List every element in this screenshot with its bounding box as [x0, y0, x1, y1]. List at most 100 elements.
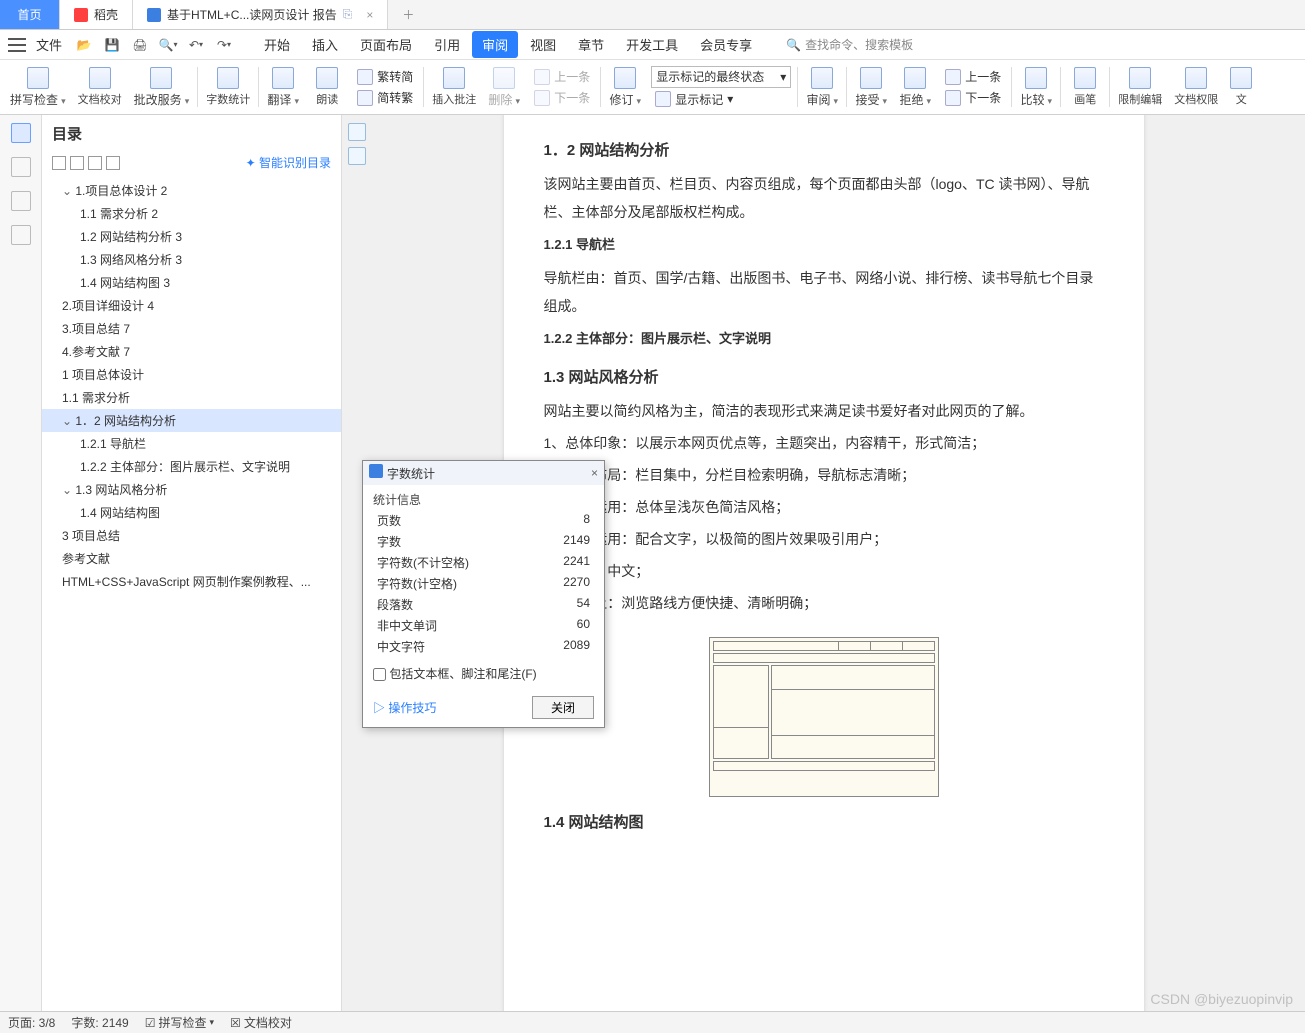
menu-chapter[interactable]: 章节	[568, 31, 614, 58]
doc-proof-button[interactable]: 文档校对	[72, 65, 128, 109]
spell-check-button[interactable]: 拼写检查 ▾	[4, 65, 72, 110]
status-spell[interactable]: ☑ 拼写检查 ▾	[145, 1014, 214, 1031]
menu-member[interactable]: 会员专享	[690, 31, 762, 58]
toc-item[interactable]: 1.1 需求分析 2	[42, 202, 341, 225]
word-icon	[147, 8, 161, 22]
include-footnotes-checkbox[interactable]: 包括文本框、脚注和尾注(F)	[373, 667, 537, 681]
heading-1-2-2: 1.2.2 主体部分：图片展示栏、文字说明	[544, 326, 1104, 352]
ink-button[interactable]: 画笔	[1063, 65, 1107, 109]
word-count-button[interactable]: 字数统计	[200, 65, 256, 109]
undo-icon[interactable]: ↶▾	[184, 33, 208, 57]
body-text: 3、色彩运用：总体呈浅灰色简洁风格；	[544, 493, 1104, 521]
close-button[interactable]: 关闭	[532, 696, 594, 719]
menu-start[interactable]: 开始	[254, 31, 300, 58]
simp-to-trad-button[interactable]: 简转繁	[353, 88, 417, 107]
toc-item[interactable]: 3 项目总结	[42, 524, 341, 547]
toc-add-icon[interactable]	[88, 156, 102, 170]
word-icon	[369, 464, 383, 478]
smart-toc-button[interactable]: ✦ 智能识别目录	[246, 154, 331, 171]
body-text: 导航栏由：首页、国学/古籍、出版图书、电子书、网络小说、排行榜、读书导航七个目录…	[544, 264, 1104, 320]
hamburger-icon[interactable]	[8, 38, 26, 52]
save-icon[interactable]: 💾	[100, 33, 124, 57]
read-aloud-button[interactable]: 朗读	[305, 65, 349, 109]
show-markup-button[interactable]: 显示标记 ▾	[651, 90, 791, 109]
toc-item[interactable]: 1.2 网站结构分析 3	[42, 225, 341, 248]
toc-item[interactable]: 1.3 网络风格分析 3	[42, 248, 341, 271]
next-change-button[interactable]: 下一条	[941, 88, 1005, 107]
accept-button[interactable]: 接受 ▾	[849, 65, 893, 110]
delete-comment-button[interactable]: 删除 ▾	[482, 65, 526, 110]
restrict-edit-button[interactable]: 限制编辑	[1112, 65, 1168, 109]
review-pane-button[interactable]: 审阅 ▾	[800, 65, 844, 110]
rail-outline-icon[interactable]	[11, 123, 31, 143]
doc-more-button[interactable]: 文	[1224, 65, 1258, 109]
command-search[interactable]: 🔍查找命令、搜索模板	[786, 36, 913, 53]
tips-link[interactable]: ▷ 操作技巧	[373, 699, 436, 716]
redo-icon[interactable]: ↷▾	[212, 33, 236, 57]
file-menu[interactable]: 文件	[36, 35, 62, 54]
compare-button[interactable]: 比较 ▾	[1014, 65, 1058, 110]
menu-insert[interactable]: 插入	[302, 31, 348, 58]
close-icon[interactable]: ×	[591, 466, 598, 480]
prev-change-button[interactable]: 上一条	[941, 67, 1005, 86]
toc-item[interactable]: 参考文献	[42, 547, 341, 570]
insert-comment-button[interactable]: 插入批注	[426, 65, 482, 109]
menu-view[interactable]: 视图	[520, 31, 566, 58]
toc-item[interactable]: 1.2.2 主体部分：图片展示栏、文字说明	[42, 455, 341, 478]
reject-button[interactable]: 拒绝 ▾	[893, 65, 937, 110]
next-comment-button[interactable]: 下一条	[530, 88, 594, 107]
rail-bookmark-icon[interactable]	[11, 157, 31, 177]
stat-row: 段落数54	[363, 594, 604, 615]
menu-review[interactable]: 审阅	[472, 31, 518, 58]
rail-search-icon[interactable]	[11, 225, 31, 245]
translate-button[interactable]: 翻译 ▾	[261, 65, 305, 110]
menu-layout[interactable]: 页面布局	[350, 31, 422, 58]
prev-comment-button[interactable]: 上一条	[530, 67, 594, 86]
status-bar: 页面: 3/8 字数: 2149 ☑ 拼写检查 ▾ ☒ 文档校对	[0, 1011, 1305, 1033]
toc-item[interactable]: 1.4 网站结构图	[42, 501, 341, 524]
toc-expand-icon[interactable]	[70, 156, 84, 170]
status-page[interactable]: 页面: 3/8	[8, 1014, 55, 1031]
page-nav-icon[interactable]	[348, 123, 366, 141]
track-changes-button[interactable]: 修订 ▾	[603, 65, 647, 110]
toc-item[interactable]: 2.项目详细设计 4	[42, 294, 341, 317]
menu-ref[interactable]: 引用	[424, 31, 470, 58]
toc-item[interactable]: 1.4 网站结构图 3	[42, 271, 341, 294]
toc-item[interactable]: 1.2.1 导航栏	[42, 432, 341, 455]
open-icon[interactable]: 📂	[72, 33, 96, 57]
tab-document[interactable]: 基于HTML+C...读网页设计 报告 ⎘ ×	[133, 0, 388, 29]
menu-row: 文件 📂 💾 🖨 🔍▾ ↶▾ ↷▾ 开始 插入 页面布局 引用 审阅 视图 章节…	[0, 30, 1305, 60]
tab-home[interactable]: 首页	[0, 0, 60, 29]
rail-ribbon-icon[interactable]	[11, 191, 31, 211]
status-proof[interactable]: ☒ 文档校对	[230, 1014, 292, 1031]
toc-remove-icon[interactable]	[106, 156, 120, 170]
menu-dev[interactable]: 开发工具	[616, 31, 688, 58]
dialog-titlebar[interactable]: 字数统计 ×	[363, 461, 604, 485]
doc-permission-button[interactable]: 文档权限	[1168, 65, 1224, 109]
body-text: 该网站主要由首页、栏目页、内容页组成，每个页面都由头部（logo、TC 读书网）…	[544, 170, 1104, 226]
new-tab-button[interactable]: ＋	[388, 0, 428, 29]
toc-item[interactable]: 3.项目总结 7	[42, 317, 341, 340]
menu-bar: 开始 插入 页面布局 引用 审阅 视图 章节 开发工具 会员专享	[254, 31, 762, 58]
stat-row: 非中文单词60	[363, 615, 604, 636]
trad-to-simp-button[interactable]: 繁转简	[353, 67, 417, 86]
page-tool-icon[interactable]	[348, 147, 366, 165]
heading-1-4: 1.4 网站结构图	[544, 811, 1104, 832]
watermark: CSDN @biyezuopinvip	[1150, 991, 1293, 1007]
tab-sync-icon[interactable]: ⎘	[343, 7, 353, 22]
status-wordcount[interactable]: 字数: 2149	[71, 1014, 128, 1031]
toc-item[interactable]: ⌄ 1.3 网站风格分析	[42, 478, 341, 501]
toc-item[interactable]: ⌄ 1.项目总体设计 2	[42, 179, 341, 202]
toc-collapse-all-icon[interactable]	[52, 156, 66, 170]
print-icon[interactable]: 🖨	[128, 33, 152, 57]
toc-item[interactable]: 1 项目总体设计	[42, 363, 341, 386]
tab-shell[interactable]: 稻壳	[60, 0, 133, 29]
batch-service-button[interactable]: 批改服务 ▾	[128, 65, 196, 110]
toc-item[interactable]: 1.1 需求分析	[42, 386, 341, 409]
toc-item[interactable]: 4.参考文献 7	[42, 340, 341, 363]
close-icon[interactable]: ×	[366, 8, 373, 22]
markup-display-select[interactable]: 显示标记的最终状态▾	[651, 66, 791, 88]
toc-item[interactable]: HTML+CSS+JavaScript 网页制作案例教程、...	[42, 570, 341, 593]
toc-item[interactable]: ⌄ 1．2 网站结构分析	[42, 409, 341, 432]
preview-icon[interactable]: 🔍▾	[156, 33, 180, 57]
